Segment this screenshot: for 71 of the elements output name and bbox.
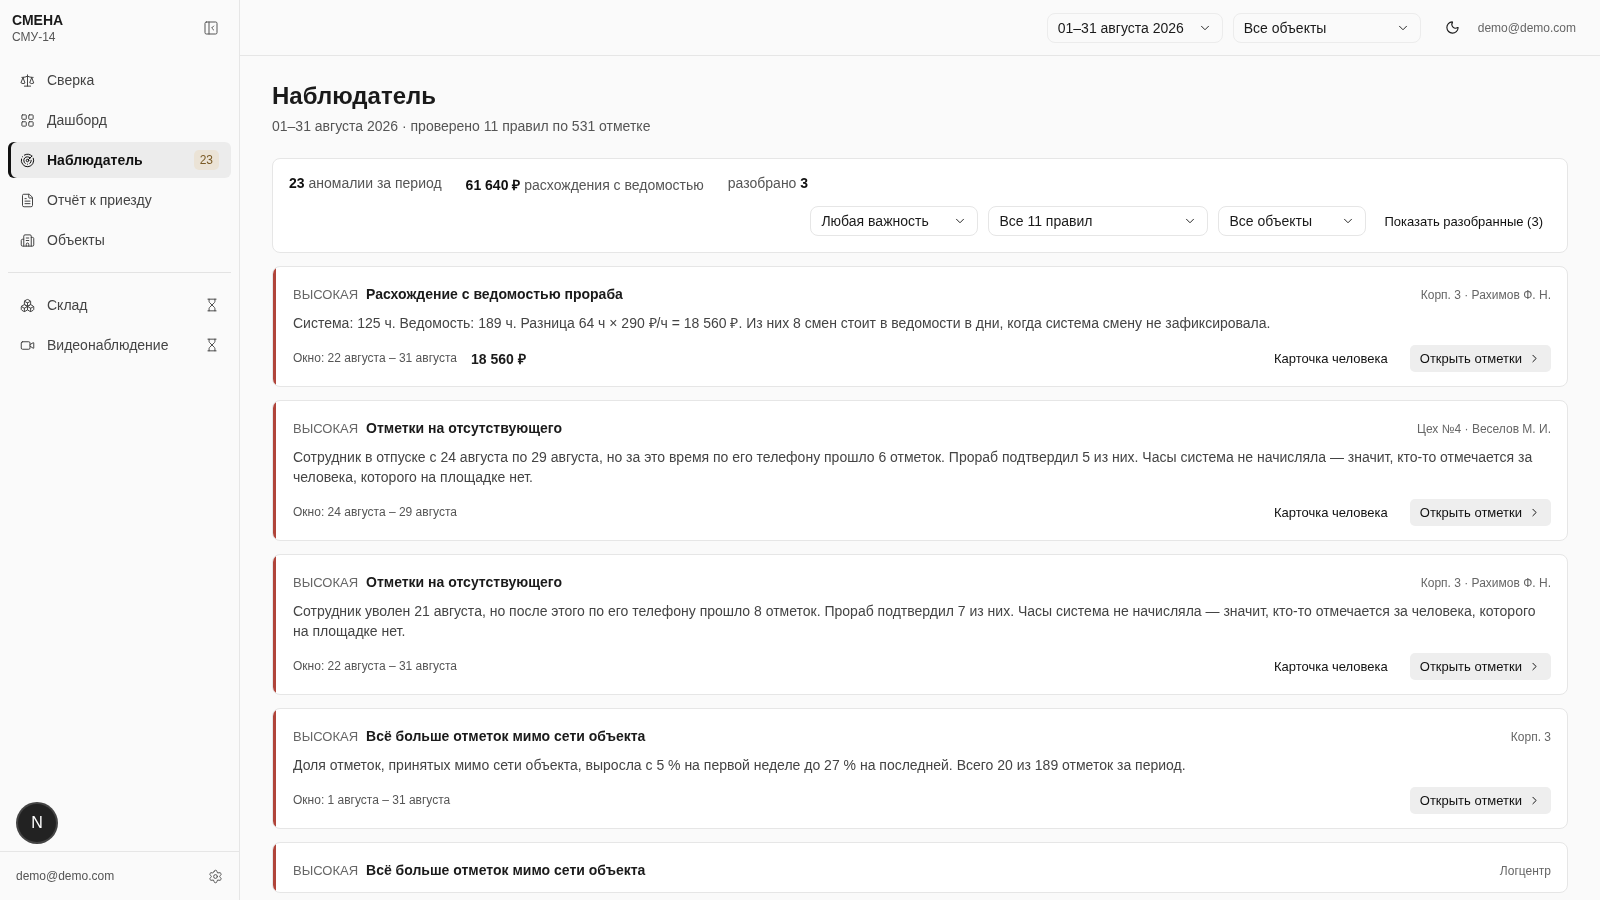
time-window: Окно: 22 августа – 31 августа (293, 659, 457, 673)
anomaly-meta: Логцентр (1499, 864, 1551, 878)
show-resolved-button[interactable]: Показать разобранные (3) (1376, 207, 1551, 235)
anomaly-description: Сотрудник уволен 21 августа, но после этого по его телефону прошло 8 отметок. Прораб подтвердил 7 из них. Часы система не начисляла — значит, кто-то отмечается за человека, которого на площадке нет. (293, 602, 1537, 641)
filter-select[interactable]: Любая важность (810, 206, 979, 236)
sidebar-item[interactable]: Наблюдатель 23 (8, 142, 231, 178)
anomaly-title: Расхождение с ведомостью прораба (366, 286, 624, 302)
nav-label: Дашборд (47, 112, 108, 128)
collapse-sidebar-icon[interactable] (203, 20, 219, 36)
summary-stat: 61 640 ₽ расхождения с ведомостью (465, 176, 704, 194)
person-card-link[interactable]: Карточка человека (1265, 498, 1396, 526)
sidebar-item[interactable]: Видеонаблюдение (8, 327, 231, 363)
person-card-link[interactable]: Карточка человека (1265, 652, 1396, 680)
nav-icon (20, 192, 35, 208)
sidebar-item[interactable]: Отчёт к приезду (8, 182, 231, 218)
nav-icon (20, 232, 35, 248)
time-window: Окно: 1 августа – 31 августа (293, 793, 451, 807)
open-marks-button[interactable]: Открыть отметки (1409, 786, 1551, 814)
object-select[interactable]: Все объекты (1232, 12, 1421, 43)
nav-label: Сверка (47, 72, 96, 88)
period-select[interactable]: 01–31 августа 2026 (1046, 12, 1223, 43)
brand-name: СМЕНА (12, 12, 64, 28)
page-title: Наблюдатель (272, 82, 437, 110)
filter-select[interactable]: Все объекты (1218, 206, 1367, 236)
severity-label: ВЫСОКАЯ (293, 421, 359, 436)
sidebar-item[interactable]: Объекты (8, 222, 231, 258)
anomaly-description: Система: 125 ч. Ведомость: 189 ч. Разница 64 ч × 290 ₽/ч = 18 560 ₽. Из них 8 смен стоит в ведомости в дни, когда система смену не зафиксировала. (293, 314, 1272, 333)
page-subtitle: 01–31 августа 2026 · проверено 11 правил по 531 отметке (272, 118, 652, 134)
severity-label: ВЫСОКАЯ (293, 575, 359, 590)
nav-label: Наблюдатель (47, 152, 144, 168)
sidebar-item[interactable]: Склад (8, 287, 231, 323)
theme-toggle-icon[interactable] (1444, 20, 1460, 35)
anomaly-meta: Корп. 3 · Рахимов Ф. Н. (1420, 288, 1551, 302)
anomaly-description: Доля отметок, принятых мимо сети объекта, выросла с 5 % на первой неделе до 27 % на последней. Всего 20 из 189 отметок за период. (293, 756, 1187, 775)
nav-label: Склад (47, 297, 89, 313)
user-email: demo@demo.com (1477, 20, 1576, 35)
anomaly-meta: Корп. 3 · Рахимов Ф. Н. (1420, 576, 1551, 590)
filter-select[interactable]: Все 11 правил (988, 206, 1209, 236)
time-window: Окно: 22 августа – 31 августа (293, 351, 457, 365)
count-badge: 23 (193, 150, 219, 170)
nav-icon (20, 152, 35, 168)
severity-label: ВЫСОКАЯ (293, 287, 359, 302)
settings-icon[interactable] (208, 868, 223, 884)
anomaly-meta: Цех №4 · Веселов М. И. (1417, 422, 1551, 436)
severity-label: ВЫСОКАЯ (293, 729, 359, 744)
anomaly-title: Отметки на отсутствующего (366, 420, 563, 436)
nav-icon (20, 72, 35, 88)
nav-label: Объекты (47, 232, 106, 248)
person-card-link[interactable]: Карточка человека (1265, 344, 1396, 372)
severity-label: ВЫСОКАЯ (293, 863, 359, 878)
org-name: СМУ-14 (12, 30, 57, 44)
anomaly-title: Отметки на отсутствующего (366, 574, 563, 590)
anomaly-meta: Корп. 3 (1510, 730, 1551, 744)
anomaly-description: Сотрудник в отпуске с 24 августа по 29 августа, но за это время по его телефону прошло 6 отметок. Прораб подтвердил 5 из них. Часы система не начисляла — значит, кто-то отмечается за человека, которого на площадке нет. (293, 448, 1534, 487)
open-marks-button[interactable]: Открыть отметки (1409, 344, 1551, 372)
nav-icon (20, 112, 35, 128)
sidebar-item[interactable]: Сверка (8, 62, 231, 98)
nav-label: Видеонаблюдение (47, 337, 170, 353)
nav-label: Отчёт к приезду (47, 192, 153, 208)
summary-stat: 23 аномалии за период (289, 175, 442, 193)
anomaly-title: Всё больше отметок мимо сети объекта (366, 728, 647, 744)
anomaly-title: Всё больше отметок мимо сети объекта (366, 862, 647, 878)
anomaly-amount: 18 560 ₽ (470, 349, 527, 368)
open-marks-button[interactable]: Открыть отметки (1409, 652, 1551, 680)
open-marks-button[interactable]: Открыть отметки (1409, 498, 1551, 526)
time-window: Окно: 24 августа – 29 августа (293, 505, 457, 519)
dev-badge[interactable]: N (18, 804, 56, 842)
summary-stat: разобрано 3 (727, 175, 809, 193)
sidebar-item[interactable]: Дашборд (8, 102, 231, 138)
user-email: demo@demo.com (16, 869, 115, 883)
nav-icon (20, 297, 35, 313)
